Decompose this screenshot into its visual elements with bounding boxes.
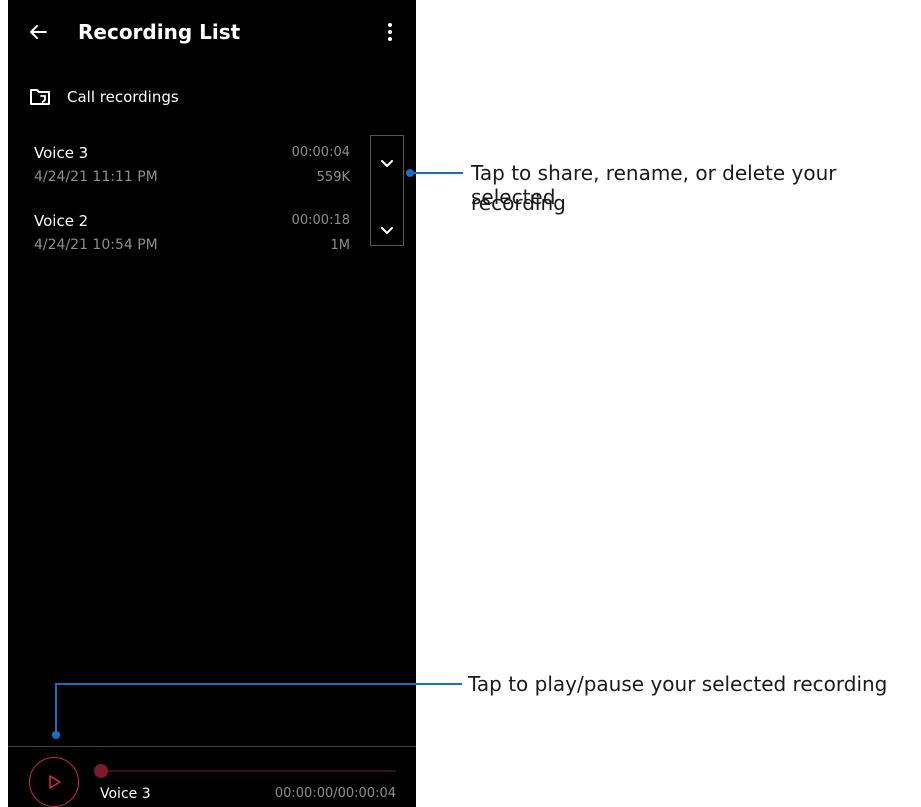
callout-play-text: Tap to play/pause your selected recordin… [468, 672, 888, 696]
recording-size: 559K [316, 170, 350, 185]
recording-duration: 00:00:04 [291, 145, 350, 160]
divider [8, 746, 416, 747]
playback-track[interactable] [100, 770, 396, 772]
more-vertical-icon[interactable] [378, 18, 402, 46]
recording-date: 4/24/21 11:11 PM [34, 169, 158, 185]
callout-line-play-vertical [55, 683, 57, 735]
recording-name: Voice 3 [34, 144, 89, 162]
recording-size: 1M [330, 238, 351, 253]
callout-line-play-horizontal [55, 683, 462, 685]
call-recordings-row[interactable]: Call recordings [8, 78, 416, 118]
playback-time: 00:00:00/00:00:04 [274, 786, 396, 801]
chevron-down-icon[interactable] [377, 224, 397, 238]
chevron-down-icon[interactable] [377, 157, 397, 171]
back-arrow-icon[interactable] [26, 18, 50, 46]
phone-screen: Recording List Call recordings Voice 3 4… [8, 0, 416, 807]
list-item[interactable]: Voice 2 4/24/21 10:54 PM 00:00:18 1M [8, 208, 368, 258]
folder-sync-icon [30, 89, 50, 105]
callout-expand-line2: recording [471, 191, 566, 215]
list-item[interactable]: Voice 3 4/24/21 11:11 PM 00:00:04 559K [8, 140, 368, 190]
now-playing-name: Voice 3 [100, 786, 151, 802]
recording-name: Voice 2 [34, 212, 89, 230]
page-title: Recording List [78, 20, 241, 44]
play-button[interactable] [29, 757, 79, 807]
callout-dot-expand [406, 169, 414, 177]
recording-duration: 00:00:18 [291, 213, 350, 228]
playback-knob[interactable] [94, 764, 108, 778]
callout-dot-play [52, 731, 60, 739]
recording-date: 4/24/21 10:54 PM [34, 237, 158, 253]
folder-label: Call recordings [67, 88, 179, 106]
callout-line-expand [410, 172, 463, 174]
play-icon [48, 774, 61, 789]
